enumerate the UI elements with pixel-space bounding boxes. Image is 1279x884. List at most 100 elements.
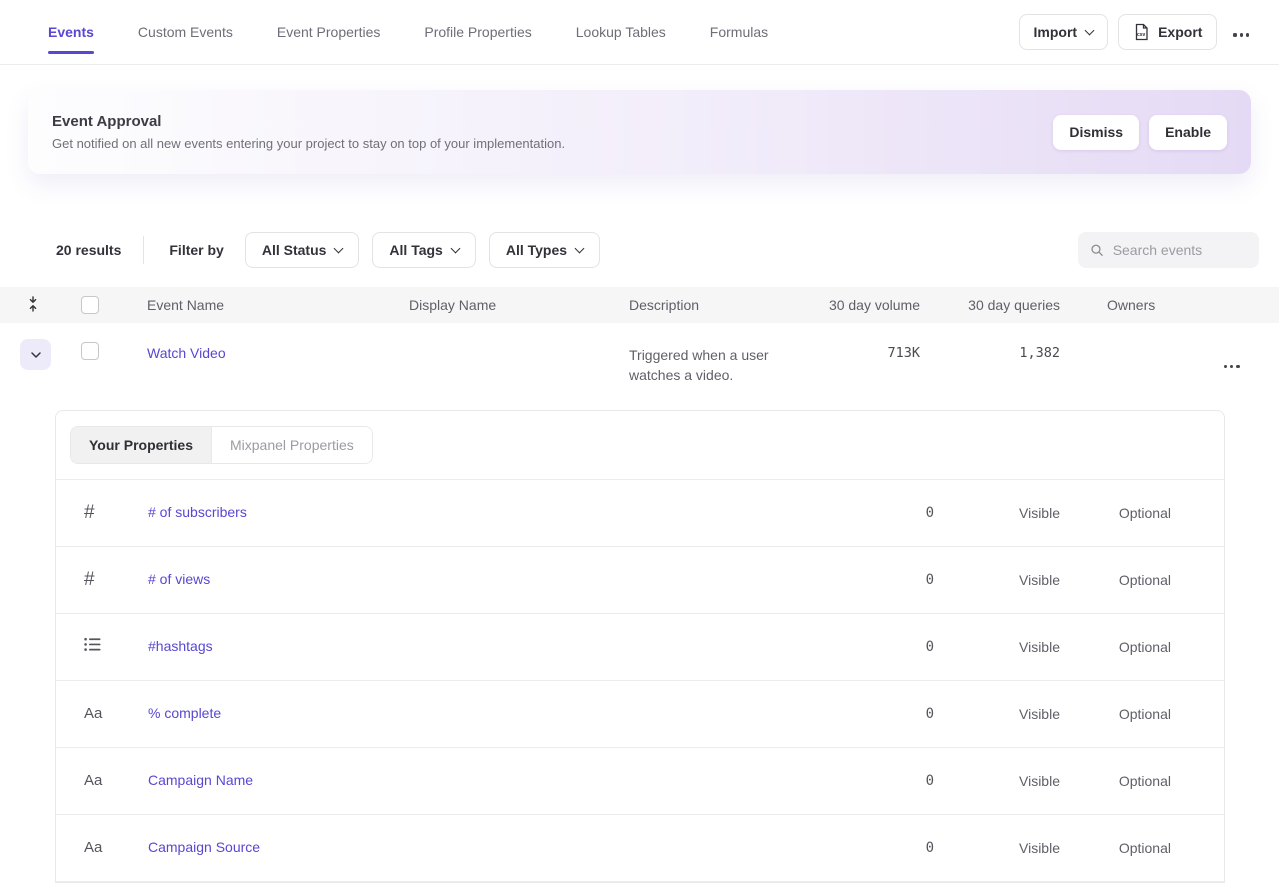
collapse-rows-icon — [26, 296, 40, 312]
list-icon — [84, 637, 102, 652]
property-row: Aa Campaign Name 0 Visible Optional — [56, 748, 1224, 815]
volume-cell: 713K — [820, 323, 920, 361]
tab-profile-properties[interactable]: Profile Properties — [424, 0, 531, 64]
property-name-link[interactable]: Campaign Name — [148, 772, 253, 788]
property-name-link[interactable]: % complete — [148, 705, 221, 721]
event-table-row: Watch Video Triggered when a user watche… — [0, 323, 1279, 398]
property-row: # # of subscribers 0 Visible Optional — [56, 480, 1224, 547]
svg-text:csv: csv — [1137, 32, 1146, 38]
property-visibility[interactable]: Visible — [934, 639, 1060, 655]
text-icon: Aa — [84, 772, 102, 789]
export-label: Export — [1158, 24, 1202, 40]
lexicon-tabs: Events Custom Events Event Properties Pr… — [48, 0, 768, 64]
banner-title: Event Approval — [52, 113, 565, 130]
header-30-day-volume: 30 day volume — [820, 297, 920, 313]
tab-formulas[interactable]: Formulas — [710, 0, 768, 64]
properties-tabs: Your Properties Mixpanel Properties — [56, 411, 1224, 480]
property-requirement[interactable]: Optional — [1060, 706, 1171, 722]
import-label: Import — [1034, 24, 1078, 40]
header-display-name: Display Name — [409, 297, 629, 313]
tab-event-properties[interactable]: Event Properties — [277, 0, 381, 64]
header-30-day-queries: 30 day queries — [920, 297, 1060, 313]
event-approval-banner: Event Approval Get notified on all new e… — [28, 90, 1251, 174]
text-icon: Aa — [84, 839, 102, 856]
property-requirement[interactable]: Optional — [1060, 572, 1171, 588]
property-row: # # of views 0 Visible Optional — [56, 547, 1224, 614]
property-count: 0 — [834, 773, 934, 789]
property-requirement[interactable]: Optional — [1060, 773, 1171, 789]
property-visibility[interactable]: Visible — [934, 505, 1060, 521]
tab-events[interactable]: Events — [48, 0, 94, 64]
import-button[interactable]: Import — [1019, 14, 1109, 50]
tab-label: Custom Events — [138, 24, 233, 40]
property-count: 0 — [834, 505, 934, 521]
enable-button[interactable]: Enable — [1149, 115, 1227, 150]
event-name-link[interactable]: Watch Video — [147, 345, 226, 361]
row-more-options-button[interactable] — [1218, 350, 1246, 377]
tab-custom-events[interactable]: Custom Events — [138, 0, 233, 64]
search-input[interactable] — [1113, 242, 1247, 258]
filter-by-label: Filter by — [169, 242, 223, 258]
properties-segmented-control: Your Properties Mixpanel Properties — [70, 426, 373, 464]
tab-label: Lookup Tables — [576, 24, 666, 40]
header-event-name: Event Name — [147, 297, 409, 313]
chevron-down-icon — [1085, 25, 1095, 35]
active-tab-underline — [48, 51, 94, 54]
property-visibility[interactable]: Visible — [934, 706, 1060, 722]
property-count: 0 — [834, 639, 934, 655]
tab-label: Formulas — [710, 24, 768, 40]
chevron-down-icon — [575, 243, 585, 253]
filter-toolbar: 20 results Filter by All Status All Tags… — [0, 232, 1279, 268]
tab-label: Event Properties — [277, 24, 381, 40]
row-checkbox[interactable] — [81, 342, 99, 360]
text-icon: Aa — [84, 705, 102, 722]
header-owners: Owners — [1060, 297, 1195, 313]
property-count: 0 — [834, 840, 934, 856]
property-name-link[interactable]: # of subscribers — [148, 504, 247, 520]
tags-filter-dropdown[interactable]: All Tags — [372, 232, 475, 268]
tab-your-properties[interactable]: Your Properties — [71, 427, 212, 463]
property-requirement[interactable]: Optional — [1060, 505, 1171, 521]
property-name-link[interactable]: Campaign Source — [148, 839, 260, 855]
banner-text: Event Approval Get notified on all new e… — [52, 113, 565, 151]
events-table-header: Event Name Display Name Description 30 d… — [0, 287, 1279, 323]
property-visibility[interactable]: Visible — [934, 773, 1060, 789]
number-icon: # — [84, 569, 95, 590]
topbar-actions: Import csv Export — [1019, 0, 1255, 64]
chevron-down-icon — [30, 351, 42, 359]
collapse-all-button[interactable] — [26, 296, 40, 312]
description-cell: Triggered when a user watches a video. — [629, 323, 820, 385]
more-options-button[interactable] — [1227, 19, 1255, 46]
property-visibility[interactable]: Visible — [934, 572, 1060, 588]
property-visibility[interactable]: Visible — [934, 840, 1060, 856]
event-properties-panel: Your Properties Mixpanel Properties # # … — [55, 410, 1225, 883]
ellipsis-icon — [1233, 33, 1249, 36]
collapse-row-button[interactable] — [20, 339, 51, 370]
property-requirement[interactable]: Optional — [1060, 840, 1171, 856]
tab-mixpanel-properties[interactable]: Mixpanel Properties — [212, 427, 372, 463]
chevron-down-icon — [450, 243, 460, 253]
csv-file-icon: csv — [1133, 23, 1150, 41]
top-navigation-bar: Events Custom Events Event Properties Pr… — [0, 0, 1279, 65]
number-icon: # — [84, 502, 95, 523]
chevron-down-icon — [334, 243, 344, 253]
property-name-link[interactable]: # of views — [148, 571, 210, 587]
property-requirement[interactable]: Optional — [1060, 639, 1171, 655]
banner-description: Get notified on all new events entering … — [52, 136, 565, 151]
export-button[interactable]: csv Export — [1118, 14, 1217, 50]
select-all-checkbox[interactable] — [81, 296, 99, 314]
tab-label: Profile Properties — [424, 24, 531, 40]
search-icon — [1090, 242, 1104, 258]
property-name-link[interactable]: #hashtags — [148, 638, 213, 654]
vertical-divider — [143, 236, 144, 264]
queries-cell: 1,382 — [920, 323, 1060, 361]
status-filter-dropdown[interactable]: All Status — [245, 232, 360, 268]
types-filter-dropdown[interactable]: All Types — [489, 232, 600, 268]
ellipsis-icon — [1224, 365, 1240, 368]
property-row: #hashtags 0 Visible Optional — [56, 614, 1224, 681]
property-count: 0 — [834, 706, 934, 722]
dismiss-button[interactable]: Dismiss — [1053, 115, 1139, 150]
header-description: Description — [629, 297, 820, 313]
search-box — [1078, 232, 1259, 268]
tab-lookup-tables[interactable]: Lookup Tables — [576, 0, 666, 64]
